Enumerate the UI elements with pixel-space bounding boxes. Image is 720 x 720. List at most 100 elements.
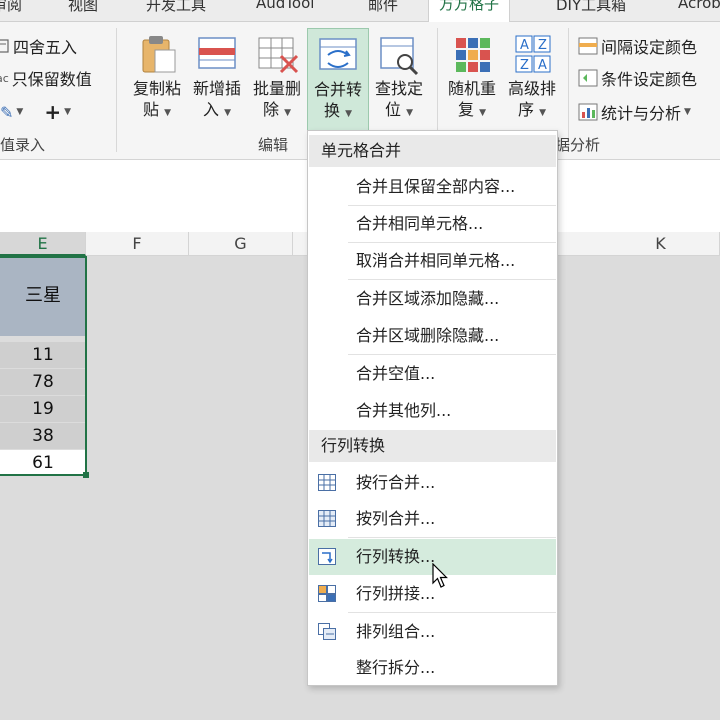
clipboard-icon: [135, 32, 179, 76]
menu-item-merge-by-row[interactable]: 按行合并...: [309, 465, 556, 501]
tab-view[interactable]: 视图: [68, 0, 98, 15]
table-rows-icon: [318, 474, 336, 491]
insert-button[interactable]: 新增插 入 ▼: [186, 32, 248, 124]
find-icon: [377, 32, 421, 76]
insert-label: 新增插: [192, 79, 241, 98]
grid-line: [293, 256, 294, 720]
tab-developer[interactable]: 开发工具: [146, 0, 206, 15]
menu-section-row-column-convert: 行列转换: [309, 430, 556, 462]
random-grid-icon: [450, 32, 494, 76]
merge-convert-button[interactable]: 合并转 换 ▼: [307, 28, 369, 132]
round-label: 四舍五入: [13, 38, 78, 57]
permutation-icon: [318, 623, 336, 640]
tab-mail[interactable]: 邮件: [368, 0, 398, 15]
copy-paste-button[interactable]: 复制粘 贴 ▼: [126, 32, 188, 124]
chevron-down-icon: ▼: [284, 108, 292, 118]
menu-item-unmerge-same-cells[interactable]: 取消合并相同单元格...: [309, 243, 556, 279]
tab-review[interactable]: 审阅: [0, 0, 22, 15]
batch-delete-icon: [255, 32, 299, 76]
chevron-down-icon: ▼: [224, 108, 232, 118]
random-repeat-label: 随机重: [447, 79, 496, 98]
pencil-icon[interactable]: ✎: [0, 103, 13, 122]
menu-item-split-rows[interactable]: 整行拆分...: [309, 650, 556, 686]
group-label-value-entry: 值录入: [0, 136, 46, 154]
find-locate-button[interactable]: 查找定 位 ▼: [368, 32, 430, 124]
svg-text:A: A: [538, 58, 547, 73]
menu-section-cell-merge: 单元格合并: [309, 135, 556, 167]
menu-item-merge-other-columns[interactable]: 合并其他列...: [309, 393, 556, 429]
menu-divider: [348, 537, 556, 538]
round-command[interactable]: 四舍五入: [0, 34, 77, 58]
copy-paste-label: 复制粘: [132, 79, 181, 98]
statistics-analysis-command[interactable]: 统计与分析 ▼: [578, 100, 691, 124]
batch-delete-button[interactable]: 批量删 除 ▼: [246, 32, 308, 124]
menu-divider: [348, 612, 556, 613]
random-repeat-button[interactable]: 随机重 复 ▼: [441, 32, 503, 124]
tab-fangfang-gezi[interactable]: 方方格子: [428, 0, 511, 22]
fill-handle[interactable]: [83, 472, 89, 478]
sort-az-icon: AZZA: [510, 32, 554, 76]
menu-item-merge-area-add-hidden[interactable]: 合并区域添加隐藏...: [309, 281, 556, 317]
copy-paste-label-2: 贴: [142, 100, 159, 119]
menu-item-merge-empty[interactable]: 合并空值...: [309, 356, 556, 392]
group-divider: [116, 28, 117, 152]
row-column-join-label: 行列拼接...: [356, 584, 436, 603]
merge-convert-icon: [316, 33, 360, 77]
batch-delete-label: 批量删: [252, 79, 301, 98]
conditional-color-label: 条件设定颜色: [601, 70, 698, 89]
insert-label-2: 入: [202, 100, 219, 119]
menu-item-merge-by-column[interactable]: 按列合并...: [309, 501, 556, 537]
conditional-color-icon: [578, 69, 598, 87]
grid-line: [602, 256, 603, 720]
svg-text:A: A: [520, 38, 529, 53]
keep-values-command[interactable]: ac 只保留数值: [0, 66, 92, 90]
plus-icon[interactable]: +: [44, 100, 61, 124]
statistics-label: 统计与分析: [601, 104, 682, 123]
merge-by-row-label: 按行合并...: [356, 473, 436, 492]
menu-item-merge-keep-all[interactable]: 合并且保留全部内容...: [309, 169, 556, 205]
menu-item-merge-same-cells[interactable]: 合并相同单元格...: [309, 206, 556, 242]
tab-diy-toolbox[interactable]: DIY工具箱: [556, 0, 626, 15]
chevron-down-icon: ▼: [684, 107, 691, 117]
insert-rows-icon: [195, 32, 239, 76]
chevron-down-icon: ▼: [164, 108, 172, 118]
selection-border: [0, 256, 87, 476]
column-header-f[interactable]: F: [86, 232, 189, 256]
column-header-g[interactable]: G: [189, 232, 293, 256]
abc-icon: ac: [0, 71, 9, 85]
menu-item-permutation[interactable]: 排列组合...: [309, 614, 556, 650]
random-repeat-label-2: 复: [457, 100, 474, 119]
find-locate-label: 查找定: [374, 79, 423, 98]
tab-acrobat[interactable]: Acrobat: [678, 0, 720, 12]
advanced-sort-button[interactable]: AZZA 高级排 序 ▼: [501, 32, 563, 124]
merge-convert-label: 合并转: [313, 80, 362, 99]
chevron-down-icon: ▼: [539, 108, 547, 118]
column-header-e[interactable]: E: [0, 232, 86, 256]
menu-item-merge-area-remove-hidden[interactable]: 合并区域删除隐藏...: [309, 318, 556, 354]
statistics-icon: [578, 103, 598, 121]
svg-text:Z: Z: [520, 58, 529, 73]
group-label-edit: 编辑: [258, 136, 289, 154]
chevron-down-icon[interactable]: ▼: [16, 107, 23, 117]
table-columns-icon: [318, 510, 336, 527]
advanced-sort-label: 高级排: [507, 79, 556, 98]
tab-audtool[interactable]: AudTool: [256, 0, 314, 12]
chevron-down-icon: ▼: [406, 108, 414, 118]
grid-line: [189, 256, 190, 720]
merge-convert-label-2: 换: [323, 101, 340, 120]
split-rows-label: 整行拆分...: [356, 658, 436, 677]
find-locate-label-2: 位: [384, 100, 401, 119]
column-header-k[interactable]: K: [602, 232, 720, 256]
ribbon-tab-bar: 审阅 视图 开发工具 AudTool 邮件 方方格子 DIY工具箱 Acroba…: [0, 0, 720, 22]
svg-text:Z: Z: [538, 38, 547, 53]
chevron-down-icon[interactable]: ▼: [64, 107, 71, 117]
menu-divider: [348, 279, 556, 280]
interval-color-icon: [578, 37, 598, 55]
permutation-label: 排列组合...: [356, 622, 436, 641]
mouse-cursor-icon: [432, 563, 448, 588]
interval-color-command[interactable]: 间隔设定颜色: [578, 34, 697, 58]
advanced-sort-label-2: 序: [517, 100, 534, 119]
conditional-color-command[interactable]: 条件设定颜色: [578, 66, 697, 90]
quick-tools-row: ✎ ▼ + ▼: [0, 100, 71, 124]
transpose-icon: [318, 548, 336, 565]
